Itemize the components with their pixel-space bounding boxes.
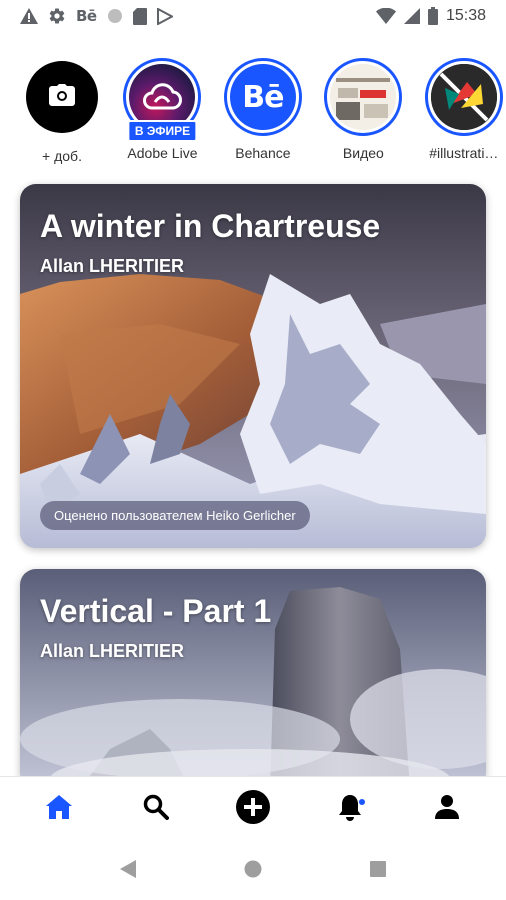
wifi-icon <box>375 8 396 24</box>
video-thumbnail <box>330 64 397 130</box>
story-add[interactable]: + доб. <box>22 58 102 164</box>
profile-icon <box>434 794 460 825</box>
home-circle-icon[interactable] <box>244 860 262 883</box>
warning-icon <box>20 8 38 24</box>
camera-icon <box>49 83 75 111</box>
story-behance[interactable]: Bē Behance <box>223 58 303 161</box>
behance-logo-icon: Bē <box>229 64 296 130</box>
add-icon <box>235 789 271 830</box>
settings-icon <box>48 7 66 25</box>
nav-home[interactable] <box>35 786 83 834</box>
bottom-navigation <box>0 776 506 842</box>
story-label: Adobe Live <box>127 145 198 161</box>
project-card[interactable]: Vertical - Part 1 Allan LHERITIER <box>20 569 486 789</box>
story-illustration[interactable]: #illustrati… <box>424 58 504 161</box>
behance-icon: Bē <box>76 7 97 25</box>
story-ring[interactable] <box>324 58 403 136</box>
story-label: Видео <box>342 145 384 161</box>
story-label: Behance <box>235 145 291 161</box>
story-ring[interactable] <box>424 58 503 136</box>
status-bar: Bē 15:38 <box>0 0 506 32</box>
story-add-ring[interactable] <box>23 61 101 139</box>
play-store-icon <box>156 7 173 25</box>
sd-card-icon <box>132 7 147 25</box>
behance-logo-text: Bē <box>242 79 284 115</box>
project-title: A winter in Chartreuse <box>40 208 381 244</box>
story-label: #illustrati… <box>429 145 499 161</box>
camera-button[interactable] <box>26 61 98 133</box>
project-author[interactable]: Allan LHERITIER <box>40 256 184 277</box>
search-icon <box>143 794 169 825</box>
live-badge: В ЭФИРЕ <box>127 120 198 142</box>
battery-icon <box>427 7 438 25</box>
system-navigation-bar <box>0 842 506 900</box>
nav-create[interactable] <box>229 786 277 834</box>
project-card[interactable]: A winter in Chartreuse Allan LHERITIER О… <box>20 184 486 548</box>
nav-search[interactable] <box>132 786 180 834</box>
stories-row[interactable]: + доб. В ЭФИРЕ Adobe Live Bē Behance Вид… <box>22 58 506 168</box>
recents-icon[interactable] <box>370 860 386 882</box>
story-video[interactable]: Видео <box>323 58 403 161</box>
project-author[interactable]: Allan LHERITIER <box>40 641 184 662</box>
nav-profile[interactable] <box>423 786 471 834</box>
appreciated-by-badge: Оценено пользователем Heiko Gerlicher <box>40 501 310 530</box>
story-adobe-live[interactable]: В ЭФИРЕ Adobe Live <box>122 58 202 161</box>
status-time: 15:38 <box>445 7 486 24</box>
story-label: + доб. <box>42 148 82 164</box>
signal-icon <box>403 8 420 24</box>
story-ring[interactable]: Bē <box>223 58 302 136</box>
notifications-icon <box>338 793 362 826</box>
notification-dot <box>359 798 366 805</box>
back-icon[interactable] <box>120 859 136 883</box>
home-icon <box>45 794 73 825</box>
project-title: Vertical - Part 1 <box>40 593 272 629</box>
illustration-thumbnail <box>430 64 497 130</box>
circle-icon <box>107 8 123 24</box>
nav-notifications[interactable] <box>326 786 374 834</box>
